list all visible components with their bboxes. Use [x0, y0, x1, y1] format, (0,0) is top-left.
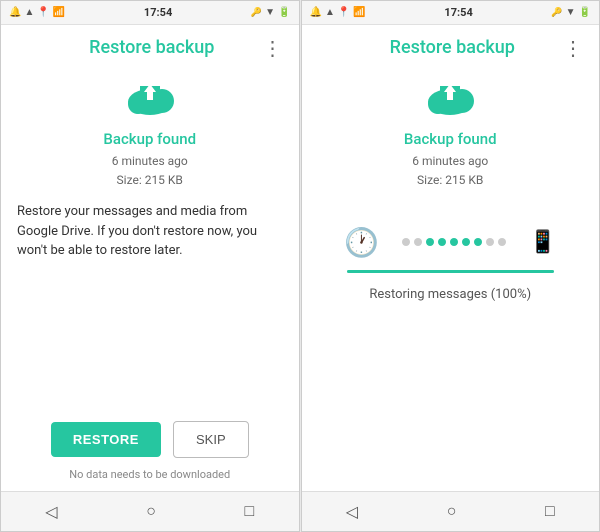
right-backup-meta: 6 minutes ago Size: 215 KB	[412, 152, 488, 190]
left-bottom-nav: ◁ ○ □	[1, 491, 299, 531]
wifi-signal-icon: ▼	[265, 7, 275, 18]
right-status-bar: 🔔 ▲ 📍 📶 17:54 🔑 ▼ 🔋	[302, 1, 600, 25]
progress-dot-3	[438, 238, 446, 246]
left-status-time: 17:54	[144, 6, 172, 19]
wifi-icon-r: ▲	[325, 7, 335, 18]
left-backup-size: Size: 215 KB	[112, 171, 188, 190]
right-menu-button[interactable]: ⋮	[563, 38, 583, 58]
restoring-text: Restoring messages (100%)	[369, 287, 531, 302]
signal-icon: 📶	[53, 7, 65, 18]
cloud-upload-icon-r	[422, 76, 478, 118]
right-status-time: 17:54	[444, 6, 472, 19]
right-back-button[interactable]: ◁	[334, 496, 370, 528]
signal-icon-r: 📶	[353, 7, 365, 18]
left-backup-time: 6 minutes ago	[112, 152, 188, 171]
left-cloud-icon	[122, 76, 178, 122]
right-content: Backup found 6 minutes ago Size: 215 KB …	[302, 66, 600, 491]
progress-dot-7	[486, 238, 494, 246]
left-no-download: No data needs to be downloaded	[69, 468, 230, 481]
battery-icon-r: 🔋	[579, 7, 591, 18]
left-app-header: Restore backup ⋮	[1, 25, 299, 66]
right-status-icons-left: 🔔 ▲ 📍 📶	[310, 7, 366, 18]
right-phone: 🔔 ▲ 📍 📶 17:54 🔑 ▼ 🔋 Restore backup ⋮	[301, 0, 600, 532]
progress-bar	[347, 270, 554, 273]
cloud-upload-icon	[122, 76, 178, 118]
right-backup-found: Backup found	[404, 130, 497, 148]
progress-dot-2	[426, 238, 434, 246]
right-backup-size: Size: 215 KB	[412, 171, 488, 190]
left-menu-button[interactable]: ⋮	[263, 38, 283, 58]
right-cloud-icon	[422, 76, 478, 122]
right-home-button[interactable]: ○	[435, 497, 469, 527]
progress-dot-0	[402, 238, 410, 246]
location-icon: 📍	[37, 7, 49, 18]
lock-icon-r: 🔑	[551, 8, 562, 18]
left-home-button[interactable]: ○	[134, 497, 168, 527]
progress-dot-6	[474, 238, 482, 246]
right-backup-time: 6 minutes ago	[412, 152, 488, 171]
left-backup-meta: 6 minutes ago Size: 215 KB	[112, 152, 188, 190]
left-buttons-row: RESTORE SKIP	[51, 421, 249, 458]
notification-icon-r: 🔔	[310, 7, 322, 18]
left-content: Backup found 6 minutes ago Size: 215 KB …	[1, 66, 299, 491]
right-status-icons-right: 🔑 ▼ 🔋	[551, 7, 591, 18]
left-app-title: Restore backup	[41, 37, 263, 58]
restore-button[interactable]: RESTORE	[51, 422, 161, 457]
progress-dot-8	[498, 238, 506, 246]
wifi-signal-icon-r: ▼	[566, 7, 576, 18]
lock-icon: 🔑	[251, 8, 262, 18]
phone-device-icon: 📱	[529, 230, 556, 255]
right-app-header: Restore backup ⋮	[302, 25, 600, 66]
progress-track: 🕐 📱	[344, 222, 556, 262]
history-icon: 🕐	[344, 226, 379, 259]
left-status-icons-left: 🔔 ▲ 📍 📶	[9, 7, 65, 18]
progress-bar-fill	[347, 270, 554, 273]
progress-dot-4	[450, 238, 458, 246]
progress-area: 🕐 📱 Restoring messages (100%)	[318, 222, 584, 302]
right-app-title: Restore backup	[342, 37, 564, 58]
right-bottom-nav: ◁ ○ □	[302, 491, 600, 531]
left-phone: 🔔 ▲ 📍 📶 17:54 🔑 ▼ 🔋 Restore backup ⋮	[0, 0, 300, 532]
right-recent-button[interactable]: □	[533, 497, 567, 527]
left-backup-found: Backup found	[103, 130, 196, 148]
wifi-icon: ▲	[24, 7, 34, 18]
progress-dot-1	[414, 238, 422, 246]
left-back-button[interactable]: ◁	[33, 496, 69, 528]
progress-dots	[379, 238, 529, 246]
notification-icon: 🔔	[9, 7, 21, 18]
left-recent-button[interactable]: □	[233, 497, 267, 527]
progress-dot-5	[462, 238, 470, 246]
battery-icon: 🔋	[278, 7, 290, 18]
location-icon-r: 📍	[338, 7, 350, 18]
left-description: Restore your messages and media from Goo…	[17, 202, 283, 261]
skip-button[interactable]: SKIP	[173, 421, 249, 458]
left-status-bar: 🔔 ▲ 📍 📶 17:54 🔑 ▼ 🔋	[1, 1, 299, 25]
left-status-icons-right: 🔑 ▼ 🔋	[251, 7, 291, 18]
